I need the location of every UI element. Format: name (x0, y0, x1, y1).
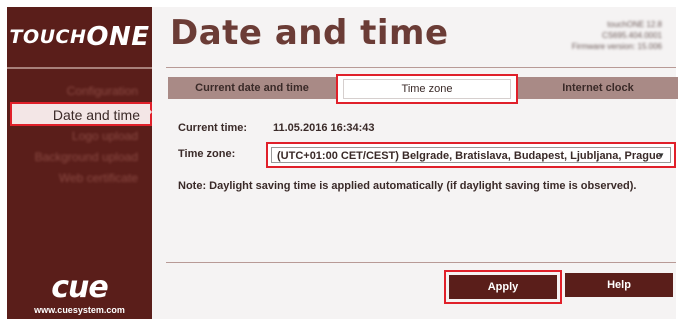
help-button[interactable]: Help (565, 273, 673, 297)
version-line: CS695.404.0001 (601, 31, 662, 40)
cue-logo-url: www.cuesystem.com (34, 305, 125, 315)
dropdown-arrow-icon[interactable]: ▼ (657, 148, 665, 164)
apply-button-highlight: Apply (444, 270, 562, 304)
sidebar-item-date-and-time[interactable]: Date and time (10, 102, 152, 126)
page-title: Date and time (170, 13, 449, 53)
sidebar-item-background-upload[interactable]: Background upload (7, 147, 152, 168)
bottom-divider (166, 262, 676, 263)
logo-part1: TOUCH (9, 26, 87, 48)
tab-current-date-and-time[interactable]: Current date and time (168, 77, 336, 99)
sidebar-item-logo-upload[interactable]: Logo upload (7, 126, 152, 147)
tab-time-zone[interactable]: Time zone (336, 74, 518, 104)
current-time-label: Current time: (178, 122, 248, 134)
sidebar-item-configuration[interactable]: Configuration (7, 81, 152, 102)
time-zone-label: Time zone: (178, 148, 236, 160)
active-item-arrow-icon (145, 104, 152, 120)
sidebar-nav: Configuration Date and time Logo upload … (7, 81, 152, 189)
tab-time-zone-label: Time zone (343, 79, 511, 99)
main-panel: Date and time touchONE 12.8 CS695.404.00… (152, 7, 678, 319)
logo-part2: ONE (86, 22, 150, 52)
cue-logo: cue www.cuesystem.com (7, 270, 152, 316)
current-time-value: 11.05.2016 16:34:43 (273, 122, 375, 134)
dst-note: Note: Daylight saving time is applied au… (178, 180, 637, 192)
time-zone-selected-value: (UTC+01:00 CET/CEST) Belgrade, Bratislav… (277, 150, 662, 162)
touchone-logo: TOUCH ONE (7, 7, 152, 69)
cue-logo-word: cue (51, 270, 109, 305)
sidebar: TOUCH ONE Configuration Date and time Log… (7, 7, 152, 319)
title-divider (166, 67, 676, 68)
version-line: touchONE 12.8 (607, 20, 662, 29)
time-zone-select-box[interactable]: (UTC+01:00 CET/CEST) Belgrade, Bratislav… (271, 147, 671, 163)
version-info: touchONE 12.8 CS695.404.0001 Firmware ve… (572, 19, 662, 52)
tab-bar: Current date and time Internet clock Tim… (168, 74, 678, 104)
apply-button[interactable]: Apply (449, 275, 557, 299)
tab-internet-clock[interactable]: Internet clock (518, 77, 678, 99)
version-line: Firmware version: 15.006 (571, 42, 662, 51)
time-zone-select[interactable]: (UTC+01:00 CET/CEST) Belgrade, Bratislav… (266, 142, 676, 168)
sidebar-item-web-certificate[interactable]: Web certificate (7, 168, 152, 189)
